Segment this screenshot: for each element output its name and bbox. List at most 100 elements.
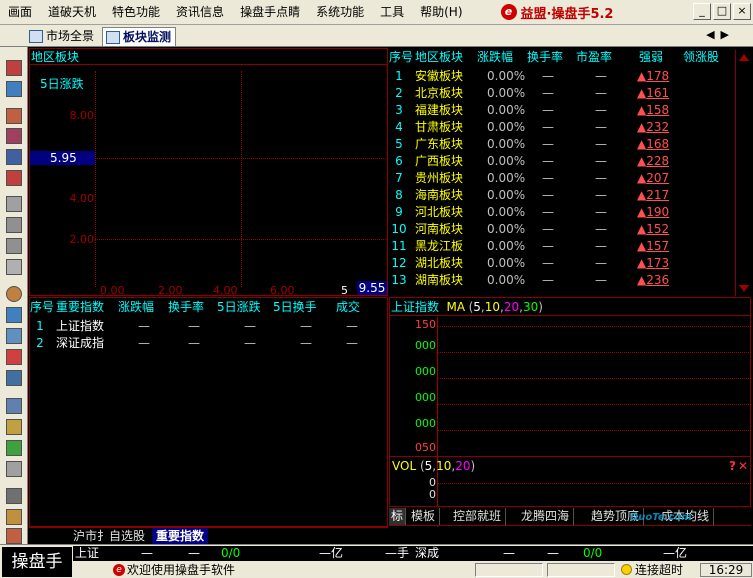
table-row[interactable]: 11 黑龙江板 0.00% — — ▲157 (389, 238, 735, 255)
col-header-region[interactable]: 地区板块 (415, 48, 463, 66)
col-header-volume[interactable]: 成交 (336, 298, 360, 316)
col-header-5d-turnover[interactable]: 5日换手 (273, 298, 317, 316)
menu-item-highlights[interactable]: 操盘手点睛 (232, 0, 308, 25)
bag-icon[interactable] (5, 418, 23, 436)
row-index: 6 (395, 154, 403, 168)
scroll-up-icon[interactable] (739, 54, 749, 61)
app-logo: 操盘手 (2, 547, 72, 577)
menu-item-daopotianji[interactable]: 道破天机 (40, 0, 104, 25)
region-name: 湖南板块 (415, 273, 464, 287)
f10-icon[interactable] (5, 397, 23, 415)
connection-status[interactable]: 连接超时 (621, 562, 683, 578)
col-header-index-name[interactable]: 重要指数 (56, 298, 104, 316)
col-header-change[interactable]: 涨跌幅 (118, 298, 154, 316)
strength-value: ▲236 (637, 273, 670, 287)
table-row[interactable]: 13 湖南板块 0.00% — — ▲236 (389, 272, 735, 289)
region-scrollbar[interactable] (735, 50, 751, 296)
table-row[interactable]: 8 海南板块 0.00% — — ▲217 (389, 187, 735, 204)
table-row[interactable]: 6 广西板块 0.00% — — ▲228 (389, 153, 735, 170)
table-row[interactable]: 2 深证成指 — — — — — (30, 335, 389, 352)
vol-grid (437, 483, 749, 484)
pe-value: — (595, 103, 607, 117)
tab-kongbujiuban[interactable]: 控部就班 (449, 508, 507, 525)
price-tick: 000 (415, 417, 436, 430)
col-header-turnover[interactable]: 换手率 (527, 48, 563, 66)
circle-icon[interactable] (5, 195, 23, 213)
price-tick: 000 (415, 365, 436, 378)
menu-item-screen[interactable]: 画面 (0, 0, 40, 25)
close-icon[interactable]: ✕ (738, 457, 748, 475)
close-button[interactable]: × (733, 3, 751, 20)
col-header-turnover[interactable]: 换手率 (168, 298, 204, 316)
money-icon[interactable] (5, 508, 23, 526)
tab-scroll-arrows[interactable]: ◀▶ (706, 28, 735, 41)
col-header-change[interactable]: 涨跌幅 (477, 48, 513, 66)
col-header-index[interactable]: 序号 (389, 48, 413, 66)
strength-value: ▲168 (637, 137, 670, 151)
table-row[interactable]: 10 河南板块 0.00% — — ▲152 (389, 221, 735, 238)
table-row[interactable]: 5 广东板块 0.00% — — ▲168 (389, 136, 735, 153)
download-icon[interactable] (5, 439, 23, 457)
tab-standard[interactable]: 标 (389, 508, 407, 525)
table-icon[interactable] (5, 148, 23, 166)
tab-watchlist[interactable]: 自选股 (105, 528, 149, 544)
menu-item-news[interactable]: 资讯信息 (168, 0, 232, 25)
menu-item-tools[interactable]: 工具 (372, 0, 412, 25)
multi-window-icon[interactable] (5, 80, 23, 98)
kline-icon[interactable] (5, 107, 23, 125)
tab-major-indices[interactable]: 重要指数 (152, 528, 209, 544)
list-icon[interactable] (5, 216, 23, 234)
restore-button[interactable]: □ (713, 3, 731, 20)
table-row[interactable]: 4 甘肃板块 0.00% — — ▲232 (389, 119, 735, 136)
ma-value: 20 (503, 300, 520, 314)
tools-icon[interactable] (5, 460, 23, 478)
tab-market-overview[interactable]: 市场全景 (26, 27, 98, 46)
message-bar: e 欢迎使用操盘手软件 连接超时 16:29 (73, 562, 753, 578)
col-header-strength[interactable]: 强弱 (639, 48, 663, 66)
alert-icon[interactable] (5, 348, 23, 366)
exit-icon[interactable] (5, 527, 23, 545)
menu-item-system[interactable]: 系统功能 (308, 0, 372, 25)
search-icon[interactable] (5, 285, 23, 303)
status-bar: 操盘手 上证 — — 0/0 —亿 —手 深成 — — 0/0 —亿 e 欢迎使… (0, 544, 753, 578)
col-header-5d-change[interactable]: 5日涨跌 (217, 298, 261, 316)
pe-value: — (595, 222, 607, 236)
menu-item-features[interactable]: 特色功能 (104, 0, 168, 25)
picture-icon[interactable] (5, 306, 23, 324)
scroll-down-icon[interactable] (739, 285, 749, 292)
monitor-icon[interactable] (5, 369, 23, 387)
help-icon[interactable]: ? (729, 457, 736, 475)
col-header-pe[interactable]: 市盈率 (576, 48, 612, 66)
table-row[interactable]: 7 贵州板块 0.00% — — ▲207 (389, 170, 735, 187)
minimize-button[interactable]: _ (693, 3, 711, 20)
zoom-icon[interactable] (5, 327, 23, 345)
window-icon[interactable] (5, 258, 23, 276)
table-row[interactable]: 3 福建板块 0.00% — — ▲158 (389, 102, 735, 119)
tab-longtengsihai[interactable]: 龙腾四海 (517, 508, 575, 525)
menu-item-help[interactable]: 帮助(H) (412, 0, 470, 25)
calendar-icon[interactable] (5, 59, 23, 77)
turnover-value: — (542, 120, 554, 134)
table-row[interactable]: 2 北京板块 0.00% — — ▲161 (389, 85, 735, 102)
col-header-leader[interactable]: 领涨股 (683, 48, 719, 66)
tab-sector-monitor[interactable]: 板块监测 (102, 27, 177, 46)
col-header-index[interactable]: 序号 (30, 298, 54, 316)
notes-icon[interactable] (5, 487, 23, 505)
table-row[interactable]: 1 上证指数 — — — — — (30, 318, 389, 335)
table-row[interactable]: 12 湖北板块 0.00% — — ▲173 (389, 255, 735, 272)
right-bottom-tabs: 标 模板 控部就班 龙腾四海 趋势顶底 成本均线 (389, 506, 751, 525)
connection-icon (621, 564, 632, 575)
change-value: 0.00% (487, 69, 526, 83)
strength-number: 207 (646, 171, 670, 185)
connection-text: 连接超时 (635, 563, 684, 577)
tab-template[interactable]: 模板 (407, 508, 441, 525)
trend-icon[interactable] (5, 127, 23, 145)
grid-icon[interactable] (5, 169, 23, 187)
table-row[interactable]: 1 安徽板块 0.00% — — ▲178 (389, 68, 735, 85)
play-icon[interactable] (5, 237, 23, 255)
table-row[interactable]: 9 河北板块 0.00% — — ▲190 (389, 204, 735, 221)
pe-value: — (595, 69, 607, 83)
index-value: — (138, 336, 150, 350)
region-chart-panel: 地区板块 5日涨跌 8.00 4.00 2.00 5.95 0.00 2.00 … (29, 48, 388, 297)
index-value: — (300, 319, 312, 333)
